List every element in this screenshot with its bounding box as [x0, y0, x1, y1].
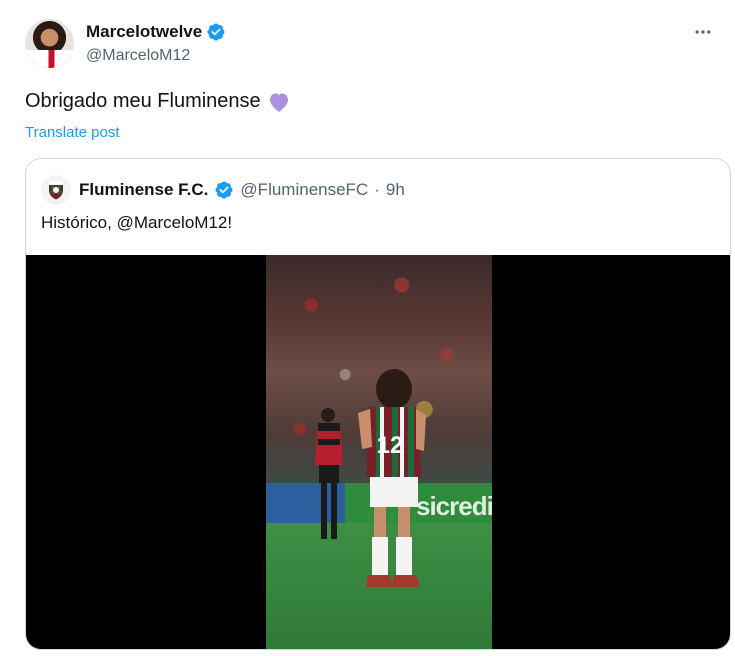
- quoted-header: Fluminense F.C. @FluminenseFC · 9h: [41, 175, 405, 205]
- main-player-figure: 12: [358, 369, 426, 587]
- tweet-card: Marcelotwelve @MarceloM12 Obrigado meu F…: [0, 0, 735, 656]
- quoted-timestamp[interactable]: 9h: [386, 180, 405, 200]
- jersey-number: 12: [377, 432, 404, 459]
- quoted-display-name[interactable]: Fluminense F.C.: [79, 180, 208, 200]
- author-handle[interactable]: @MarceloM12: [86, 47, 226, 65]
- author-name-row: Marcelotwelve: [86, 21, 226, 43]
- video-frame: sicredi 12: [266, 255, 492, 649]
- verified-badge-icon: [207, 23, 225, 41]
- author-block: Marcelotwelve @MarceloM12: [86, 21, 226, 65]
- opponent-player-figure: [315, 408, 343, 539]
- quoted-separator: ·: [374, 180, 380, 199]
- quoted-text: Histórico, @MarceloM12!: [41, 213, 233, 232]
- translate-post-link[interactable]: Translate post: [25, 124, 120, 141]
- purple-heart-icon: [269, 93, 288, 112]
- quoted-tweet[interactable]: Fluminense F.C. @FluminenseFC · 9h Histó…: [25, 158, 731, 650]
- tweet-text: Obrigado meu Fluminense: [25, 90, 291, 113]
- tweet-text-body: Obrigado meu Fluminense: [25, 90, 261, 112]
- more-options-icon[interactable]: [693, 22, 713, 42]
- verified-badge-icon: [215, 181, 233, 199]
- fluminense-crest-icon[interactable]: [41, 175, 71, 205]
- quoted-video[interactable]: sicredi 12: [26, 255, 730, 649]
- quoted-handle[interactable]: @FluminenseFC: [240, 180, 368, 200]
- author-display-name[interactable]: Marcelotwelve: [86, 22, 202, 42]
- author-avatar[interactable]: [25, 19, 74, 68]
- avatar-shirt: [25, 50, 74, 68]
